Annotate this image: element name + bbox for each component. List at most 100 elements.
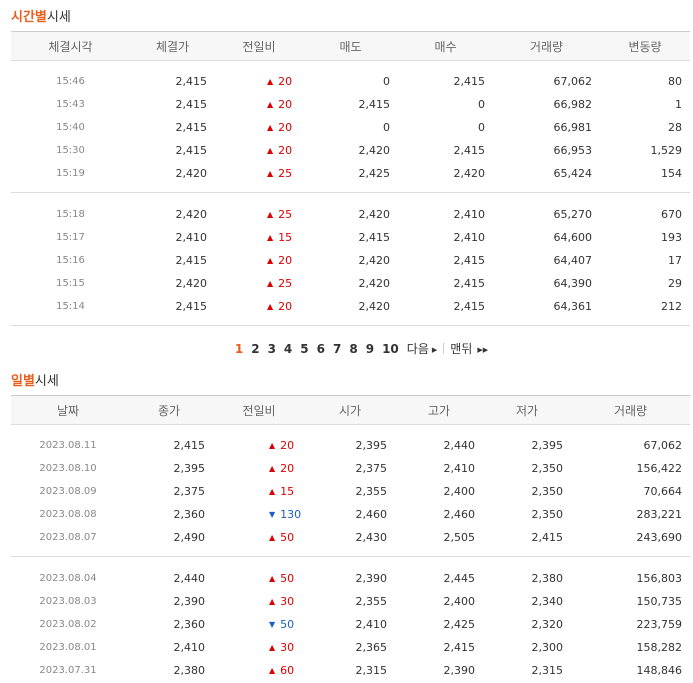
high-cell: 2,425 [443, 617, 476, 631]
header-price: 체결가 [130, 31, 215, 61]
gap-cell [11, 61, 690, 70]
change-amount: 30 [280, 640, 295, 654]
change-cell: ▲ 50 [213, 567, 305, 590]
change-cell: ▼ 50 [213, 613, 305, 636]
table-row: 2023.08.04 2,440 ▲ 50 2,390 2,445 2,380 156,803 [11, 567, 690, 590]
gap-row [11, 61, 690, 70]
change-value: ▲ 20 [241, 254, 303, 267]
change-amount: 50 [280, 530, 295, 544]
date-cell: 2023.08.03 [39, 595, 97, 607]
change-amount: 60 [280, 663, 295, 677]
change-amount: 20 [278, 253, 293, 267]
ask-cell: 2,420 [358, 276, 391, 290]
spacer-cell [11, 193, 690, 203]
table-row: 15:43 2,415 ▲ 20 2,415 0 66,982 1 [11, 93, 690, 116]
triangle-up-icon: ▲ [267, 232, 274, 242]
time-cell: 15:14 [56, 300, 85, 312]
ask-cell: 2,420 [358, 299, 391, 313]
next-page-link[interactable]: 다음 ▶ [403, 334, 441, 366]
ask-cell: 2,415 [358, 97, 391, 111]
time-cell: 15:15 [56, 277, 85, 289]
low-cell: 2,320 [531, 617, 564, 631]
time-cell: 15:43 [56, 98, 85, 110]
hourly-section-title: 시간별시세 [11, 9, 690, 31]
ask-cell: 0 [383, 120, 390, 134]
volume-cell: 156,422 [636, 461, 683, 475]
close-cell: 2,390 [173, 594, 206, 608]
page-link-10[interactable]: 10 [378, 334, 403, 365]
change-value: ▼ 130 [243, 508, 305, 521]
volume-cell: 156,803 [636, 571, 683, 585]
page-link-2[interactable]: 2 [247, 334, 263, 365]
triangle-up-icon: ▲ [267, 168, 274, 178]
table-row: 15:17 2,410 ▲ 15 2,415 2,410 64,600 193 [11, 226, 690, 249]
bid-cell: 2,415 [453, 74, 486, 88]
page-link-3[interactable]: 3 [264, 334, 280, 365]
page-link-8[interactable]: 8 [345, 334, 361, 365]
volume-cell: 223,759 [636, 617, 683, 631]
hourly-body: 15:46 2,415 ▲ 20 0 2,415 67,062 80 15:43 2,415 ▲ 20… [11, 61, 690, 326]
time-cell: 15:46 [56, 75, 85, 87]
pager-divider [443, 343, 445, 354]
open-cell: 2,355 [355, 594, 388, 608]
delta-cell: 29 [668, 276, 682, 290]
time-cell: 15:16 [56, 254, 85, 266]
page-link-9[interactable]: 9 [362, 334, 378, 365]
close-cell: 2,410 [173, 640, 206, 654]
ask-cell: 2,425 [358, 166, 391, 180]
change-value: ▲ 20 [241, 75, 303, 88]
change-amount: 20 [280, 461, 295, 475]
blank-cell [11, 185, 690, 192]
delta-cell: 154 [661, 166, 682, 180]
page-link-7[interactable]: 7 [329, 334, 345, 365]
close-cell: 2,360 [173, 507, 206, 521]
table-row: 2023.08.02 2,360 ▼ 50 2,410 2,425 2,320 223,759 [11, 613, 690, 636]
last-label: 맨뒤 [450, 342, 473, 356]
change-value: ▲ 20 [243, 439, 305, 452]
time-cell: 15:17 [56, 231, 85, 243]
pagination: 1 2 3 4 5 6 7 8 9 10 다음 ▶ 맨뒤 ▶▶ [11, 334, 690, 367]
price-cell: 2,415 [175, 97, 208, 111]
date-cell: 2023.08.11 [39, 439, 97, 451]
triangle-up-icon: ▲ [267, 122, 274, 132]
low-cell: 2,340 [531, 594, 564, 608]
daily-title-accent: 일별 [11, 374, 35, 389]
bid-cell: 2,410 [453, 230, 486, 244]
volume-cell: 67,062 [553, 74, 593, 88]
delta-cell: 1,529 [650, 143, 683, 157]
change-amount: 25 [278, 166, 293, 180]
blank-cell [11, 549, 690, 556]
header-date: 날짜 [11, 395, 125, 425]
header-change: 전일비 [213, 395, 305, 425]
change-amount: 20 [278, 74, 293, 88]
table-row: 2023.08.08 2,360 ▼ 130 2,460 2,460 2,350 283,22… [11, 503, 690, 526]
triangle-down-icon: ▼ [269, 509, 276, 519]
high-cell: 2,390 [443, 663, 476, 677]
bid-cell: 0 [478, 120, 485, 134]
delta-cell: 1 [675, 97, 682, 111]
high-cell: 2,415 [443, 640, 476, 654]
delta-cell: 28 [668, 120, 682, 134]
change-cell: ▲ 20 [215, 116, 303, 139]
page-link-4[interactable]: 4 [280, 334, 296, 365]
last-page-link[interactable]: 맨뒤 ▶▶ [446, 334, 492, 366]
open-cell: 2,375 [355, 461, 388, 475]
volume-cell: 66,981 [553, 120, 593, 134]
change-value: ▲ 30 [243, 641, 305, 654]
open-cell: 2,365 [355, 640, 388, 654]
volume-cell: 64,390 [553, 276, 593, 290]
change-value: ▲ 20 [241, 121, 303, 134]
delta-cell: 17 [668, 253, 682, 267]
close-cell: 2,380 [173, 663, 206, 677]
table-row: 2023.08.07 2,490 ▲ 50 2,430 2,505 2,415 243,690 [11, 526, 690, 549]
change-value: ▲ 15 [241, 231, 303, 244]
ask-cell: 2,415 [358, 230, 391, 244]
change-amount: 50 [280, 571, 295, 585]
page-link-1[interactable]: 1 [231, 334, 247, 365]
change-value: ▲ 50 [243, 531, 305, 544]
page-link-5[interactable]: 5 [296, 334, 312, 365]
price-cell: 2,415 [175, 143, 208, 157]
high-cell: 2,400 [443, 594, 476, 608]
open-cell: 2,430 [355, 530, 388, 544]
page-link-6[interactable]: 6 [313, 334, 329, 365]
